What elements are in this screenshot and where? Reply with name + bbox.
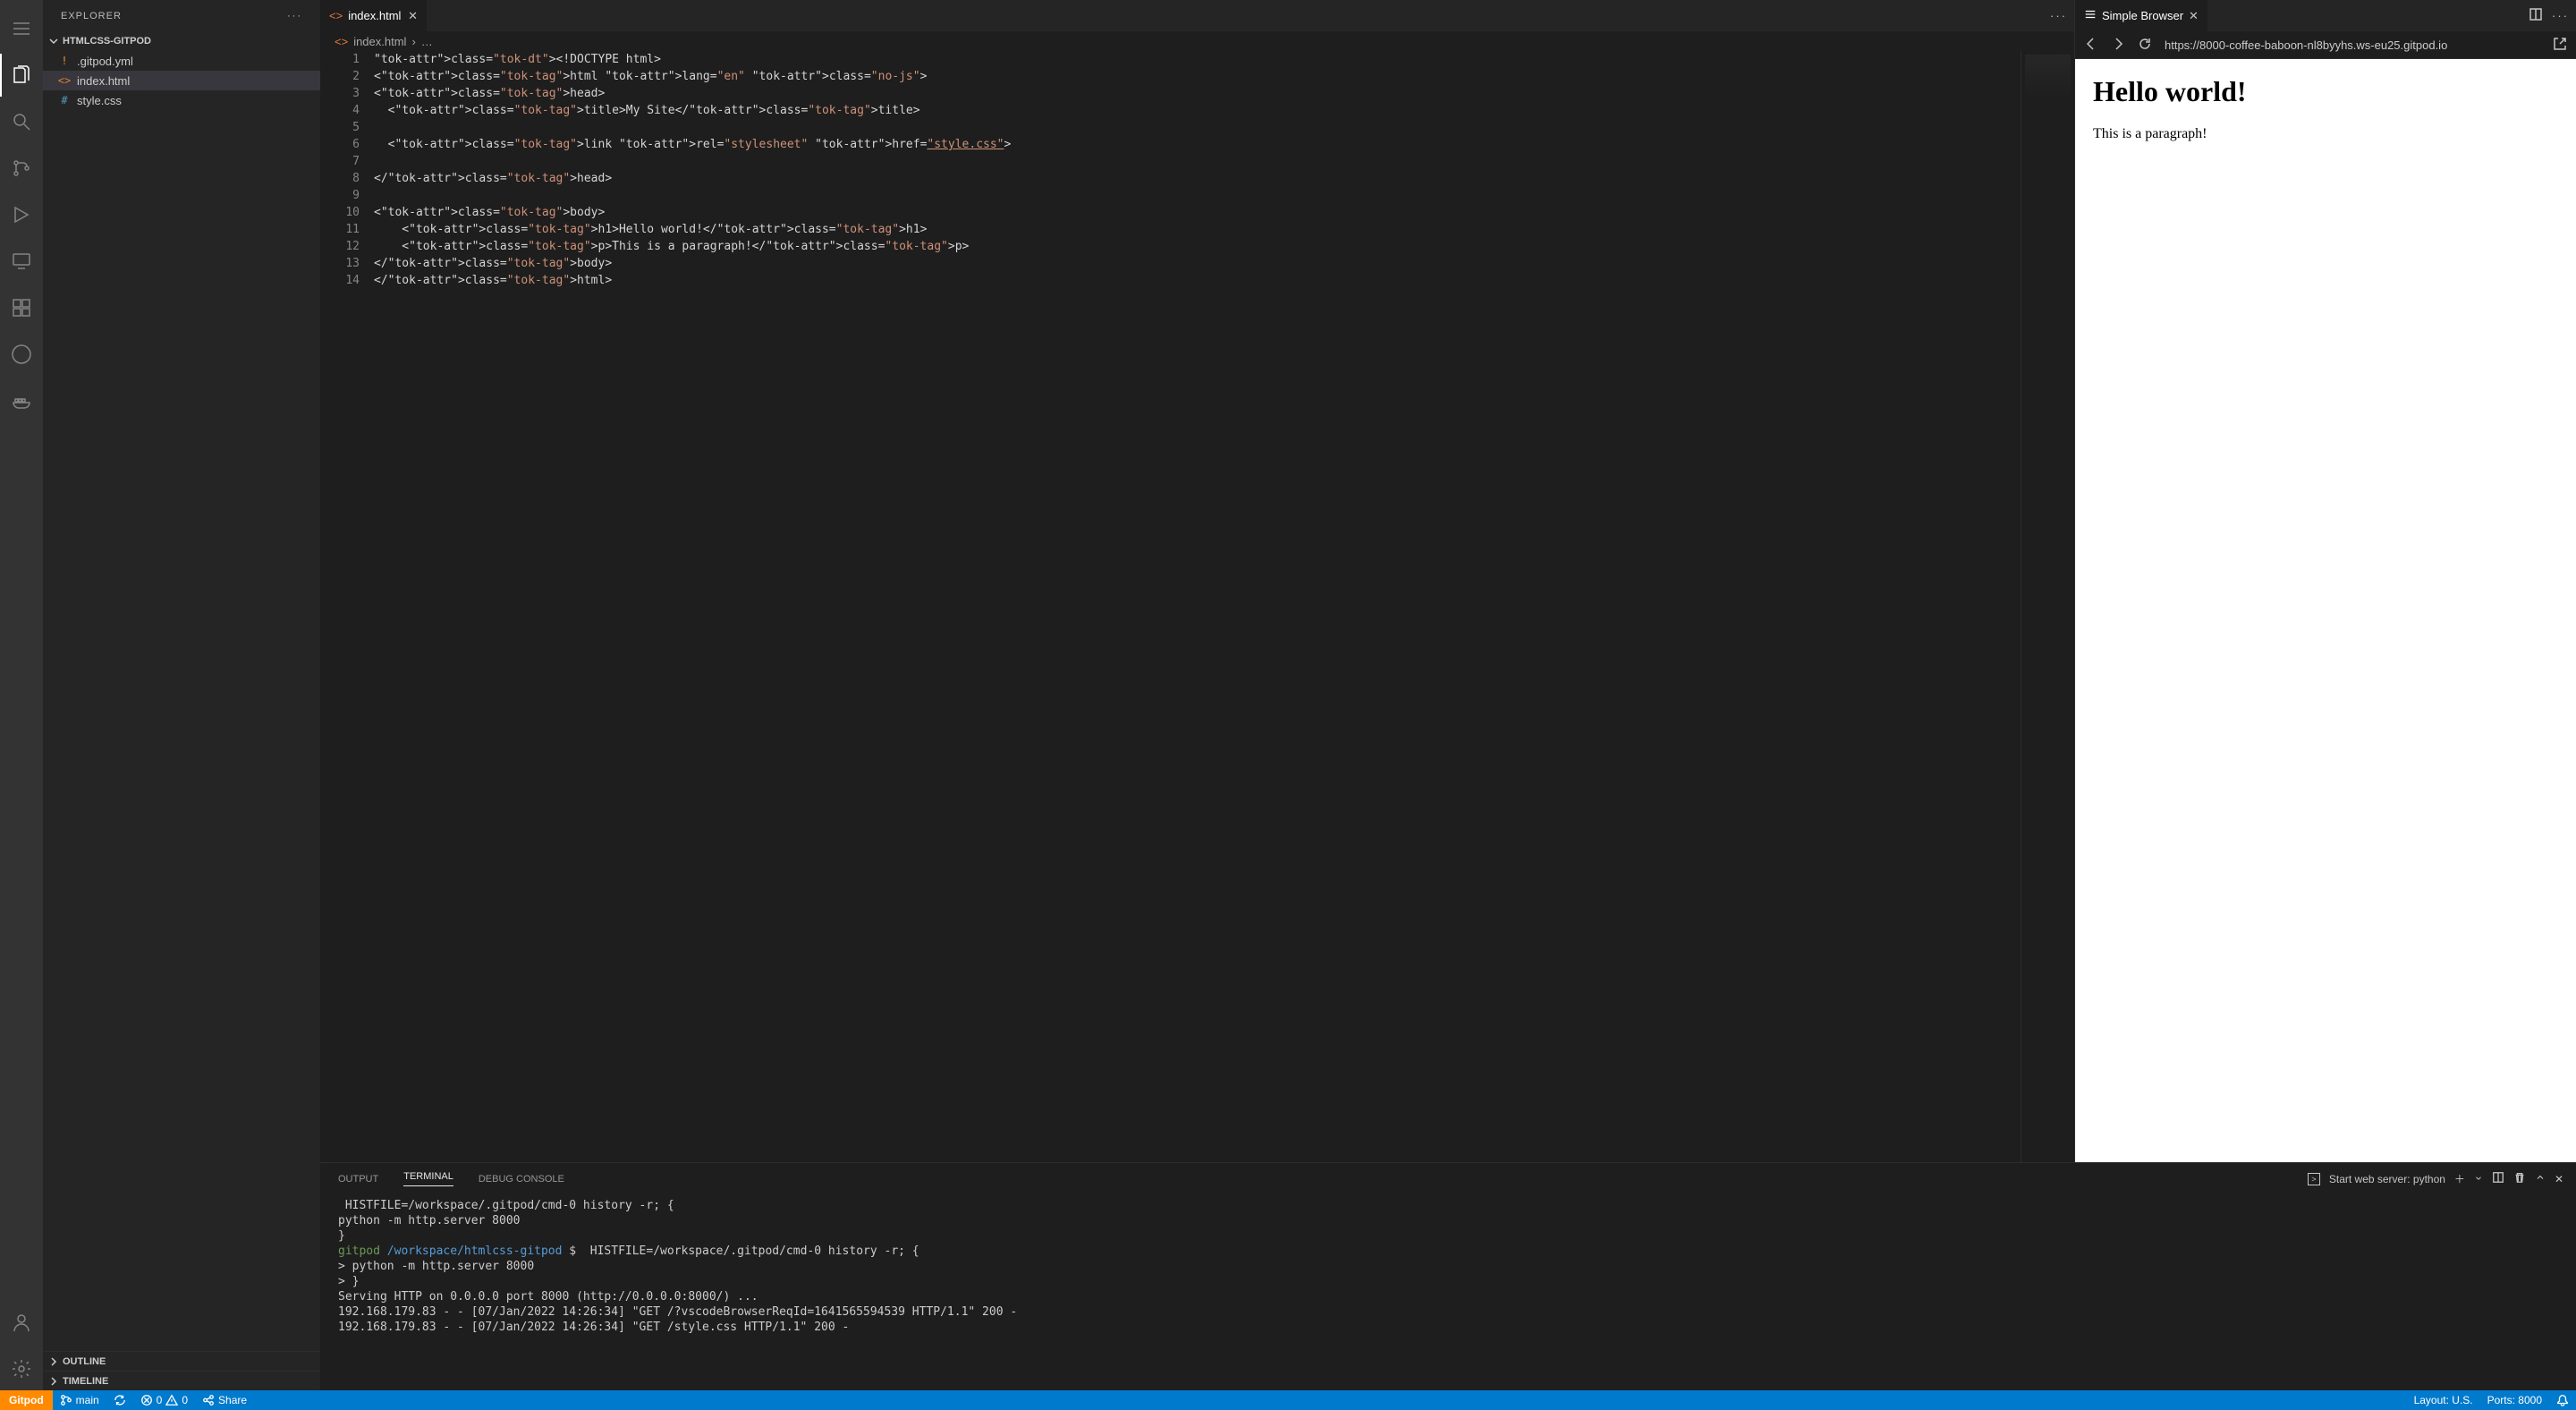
terminal-task-label[interactable]: Start web server: python: [2329, 1173, 2445, 1185]
sidebar-more-icon[interactable]: ···: [287, 11, 302, 21]
extensions-icon[interactable]: [0, 286, 43, 329]
chevron-right-icon: [47, 1374, 61, 1389]
file-icon: <>: [57, 73, 72, 88]
file-index-html[interactable]: <> index.html: [43, 71, 320, 90]
status-ports[interactable]: Ports: 8000: [2480, 1390, 2549, 1410]
docker-icon[interactable]: [0, 379, 43, 422]
status-layout[interactable]: Layout: U.S.: [2407, 1390, 2480, 1410]
run-debug-icon[interactable]: [0, 193, 43, 236]
rendered-p: This is a paragraph!: [2093, 126, 2558, 142]
status-problems[interactable]: 0 0: [133, 1390, 195, 1410]
file-label: index.html: [77, 74, 130, 88]
status-sync[interactable]: [106, 1390, 133, 1410]
terminal-output[interactable]: HISTFILE=/workspace/.gitpod/cmd-0 histor…: [320, 1194, 2576, 1390]
panel-tab-output[interactable]: OUTPUT: [338, 1174, 378, 1185]
remote-explorer-icon[interactable]: [0, 240, 43, 283]
chevron-right-icon: ›: [411, 35, 415, 48]
browser-reload-icon[interactable]: [2138, 37, 2152, 54]
browser-url-bar[interactable]: https://8000-coffee-baboon-nl8byyhs.ws-e…: [2165, 38, 2540, 52]
accounts-icon[interactable]: [0, 1301, 43, 1344]
file-style-css[interactable]: # style.css: [43, 90, 320, 110]
tab-simple-browser[interactable]: Simple Browser ✕: [2075, 0, 2208, 31]
status-bar: Gitpod main 0 0 Share Layout: U.S. Ports…: [0, 1390, 2576, 1410]
terminal-dropdown-icon[interactable]: [2474, 1173, 2483, 1185]
status-gitpod[interactable]: Gitpod: [0, 1390, 53, 1410]
bottom-panel: OUTPUT TERMINAL DEBUG CONSOLE > Start we…: [320, 1162, 2576, 1390]
close-panel-icon[interactable]: ✕: [2555, 1173, 2563, 1185]
tab-label: Simple Browser: [2102, 9, 2183, 22]
split-terminal-icon[interactable]: [2492, 1171, 2504, 1186]
explorer-icon[interactable]: [0, 54, 43, 97]
sidebar-section-outline[interactable]: OUTLINE: [43, 1351, 320, 1371]
browser-viewport[interactable]: Hello world! This is a paragraph!: [2075, 59, 2576, 1162]
menu-icon[interactable]: [0, 7, 43, 50]
sidebar-explorer: EXPLORER ··· HTMLCSS-GITPOD ! .gitpod.yml…: [43, 0, 320, 1390]
kill-terminal-icon[interactable]: [2513, 1171, 2526, 1186]
browser-back-icon[interactable]: [2084, 37, 2098, 54]
activity-bar: [0, 0, 43, 1390]
breadcrumb[interactable]: <> index.html › …: [320, 31, 2074, 51]
code-editor[interactable]: 1 2 3 4 5 6 7 8 9 10 11 12 13 14 "tok-at…: [320, 51, 2074, 1162]
panel-tab-terminal[interactable]: TERMINAL: [403, 1171, 453, 1186]
file-label: .gitpod.yml: [77, 55, 133, 68]
close-icon[interactable]: ✕: [2189, 9, 2199, 23]
file--gitpod-yml[interactable]: ! .gitpod.yml: [43, 51, 320, 71]
file-icon: <>: [335, 35, 348, 48]
file-icon: #: [57, 93, 72, 107]
status-share[interactable]: Share: [195, 1390, 254, 1410]
folder-header[interactable]: HTMLCSS-GITPOD: [43, 31, 320, 51]
chevron-down-icon: [47, 34, 61, 48]
close-icon[interactable]: ✕: [408, 9, 418, 23]
editor-more-icon[interactable]: ···: [2050, 9, 2067, 22]
source-control-icon[interactable]: [0, 147, 43, 190]
status-notifications[interactable]: [2549, 1390, 2576, 1410]
minimap[interactable]: [2021, 51, 2074, 1162]
panel-tab-debug[interactable]: DEBUG CONSOLE: [479, 1174, 564, 1185]
file-icon: <>: [329, 9, 343, 22]
new-terminal-icon[interactable]: ＋: [2454, 1171, 2465, 1186]
search-icon[interactable]: [0, 100, 43, 143]
editor-group-code: <> index.html ✕ ··· <> index.html › … 1 …: [320, 0, 2075, 1162]
line-numbers: 1 2 3 4 5 6 7 8 9 10 11 12 13 14: [320, 51, 374, 1162]
chevron-right-icon: [47, 1355, 61, 1369]
editor-group-browser: Simple Browser ✕ ···: [2075, 0, 2576, 1162]
maximize-panel-icon[interactable]: [2535, 1172, 2546, 1185]
status-branch[interactable]: main: [53, 1390, 106, 1410]
github-icon[interactable]: [0, 333, 43, 376]
file-icon: !: [57, 54, 72, 68]
sidebar-section-timeline[interactable]: TIMELINE: [43, 1371, 320, 1390]
rendered-h1: Hello world!: [2093, 75, 2558, 108]
tab-label: index.html: [348, 9, 401, 22]
editor-more-icon[interactable]: ···: [2552, 9, 2569, 22]
settings-gear-icon[interactable]: [0, 1347, 43, 1390]
browser-tab-icon: [2084, 8, 2097, 23]
tab-index-html[interactable]: <> index.html ✕: [320, 0, 428, 31]
terminal-task-icon: >: [2308, 1173, 2320, 1185]
open-external-icon[interactable]: [2553, 37, 2567, 54]
file-label: style.css: [77, 94, 122, 107]
browser-forward-icon[interactable]: [2111, 37, 2125, 54]
sidebar-title: EXPLORER ···: [43, 0, 320, 31]
split-editor-icon[interactable]: [2529, 7, 2543, 24]
